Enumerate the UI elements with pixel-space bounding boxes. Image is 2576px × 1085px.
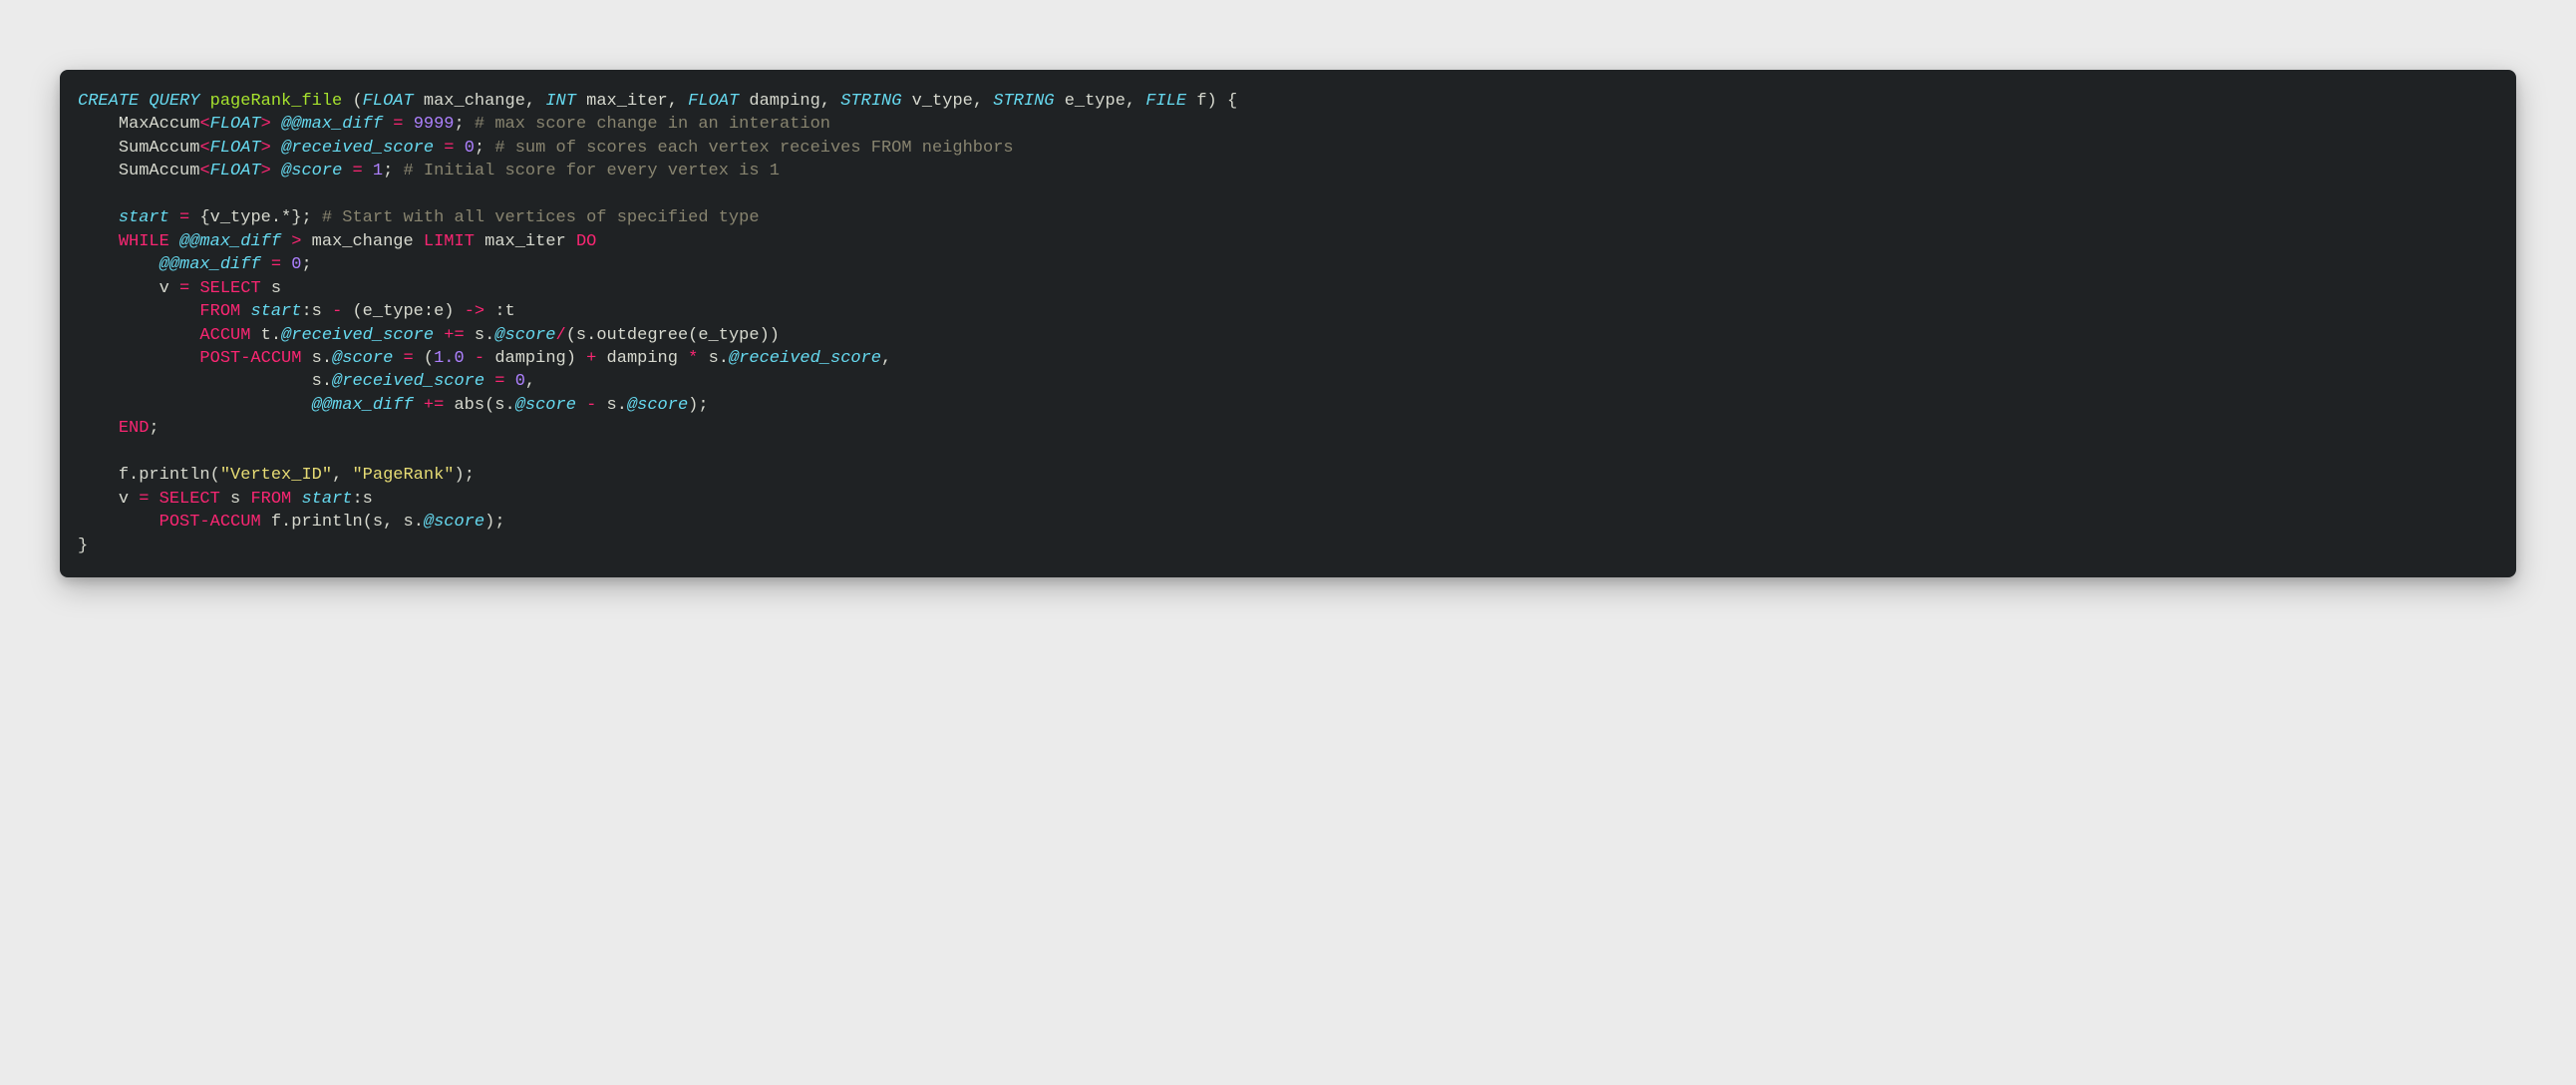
kw-select: SELECT bbox=[199, 279, 260, 298]
comment-start: # Start with all vertices of specified t… bbox=[322, 208, 760, 227]
type-float: FLOAT bbox=[363, 92, 414, 111]
comment-sum-scores: # sum of scores each vertex receives FRO… bbox=[494, 139, 1013, 158]
code-block: CREATE QUERY pageRank_file (FLOAT max_ch… bbox=[60, 70, 2516, 577]
code-content: CREATE QUERY pageRank_file (FLOAT max_ch… bbox=[78, 90, 2498, 557]
kw-while: WHILE bbox=[119, 232, 169, 251]
str-vertex-id: "Vertex_ID" bbox=[220, 466, 332, 485]
kw-query: QUERY bbox=[149, 92, 199, 111]
kw-limit: LIMIT bbox=[424, 232, 475, 251]
accum-score: @score bbox=[281, 162, 342, 181]
accum-max-diff: @@max_diff bbox=[281, 115, 383, 134]
accum-received-score: @received_score bbox=[281, 139, 434, 158]
page-container: CREATE QUERY pageRank_file (FLOAT max_ch… bbox=[0, 0, 2576, 677]
comment-max-change: # max score change in an interation bbox=[475, 115, 830, 134]
type-file: FILE bbox=[1145, 92, 1186, 111]
kw-end: END bbox=[119, 419, 150, 438]
type-int: INT bbox=[545, 92, 576, 111]
kw-do: DO bbox=[576, 232, 596, 251]
kw-post-accum: POST-ACCUM bbox=[199, 349, 301, 368]
fn-name: pageRank_file bbox=[210, 92, 343, 111]
type-string: STRING bbox=[840, 92, 901, 111]
kw-accum: ACCUM bbox=[199, 326, 250, 345]
str-pagerank: "PageRank" bbox=[352, 466, 454, 485]
comment-initial: # Initial score for every vertex is 1 bbox=[404, 162, 780, 181]
kw-from: FROM bbox=[199, 302, 240, 321]
var-start: start bbox=[119, 208, 169, 227]
kw-create: CREATE bbox=[78, 92, 139, 111]
